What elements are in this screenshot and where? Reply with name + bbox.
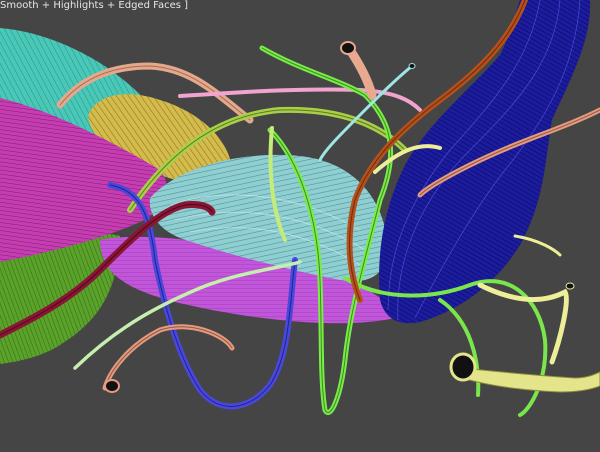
light-yellow-tube-large[interactable] bbox=[461, 367, 600, 393]
tube-end-cap bbox=[408, 63, 416, 69]
tube-end-cap bbox=[340, 41, 356, 55]
viewport-scene bbox=[0, 0, 600, 417]
viewport-shading-label[interactable]: Smooth + Highlights + Edged Faces ] bbox=[0, 0, 188, 12]
navy-bundle[interactable] bbox=[379, 0, 591, 324]
tube-end-cap bbox=[104, 379, 120, 393]
3d-viewport[interactable]: Smooth + Highlights + Edged Faces ] bbox=[0, 0, 600, 452]
tube-end-cap bbox=[449, 352, 477, 382]
tube-end-cap bbox=[565, 282, 575, 290]
